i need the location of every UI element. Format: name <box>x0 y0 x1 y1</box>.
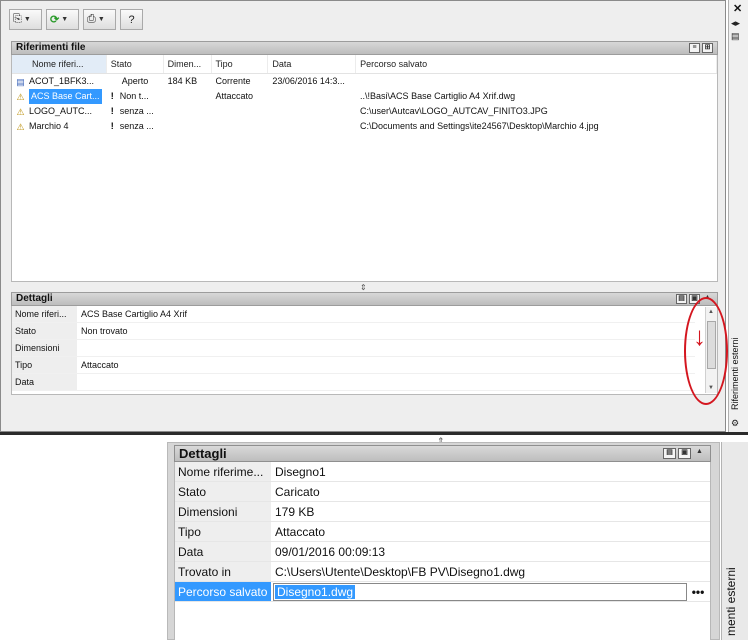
attach-icon: ⎘ <box>13 13 22 25</box>
table-row[interactable]: ▤ ACOT_1BFK3... Aperto 184 KB Corrente 23… <box>12 74 717 89</box>
list-view-icon[interactable]: ≡ <box>689 43 700 53</box>
detail-row[interactable]: Tipo Attaccato <box>12 357 695 374</box>
help-icon: ? <box>128 13 135 26</box>
close-icon[interactable]: ✕ <box>733 2 742 15</box>
xref-icon: ⚠ <box>16 91 25 102</box>
detail-row[interactable]: Data 09/01/2016 00:09:13 <box>175 542 710 562</box>
dwg-file-icon: ▤ <box>16 76 25 87</box>
properties-icon[interactable]: ▤ <box>731 31 740 42</box>
change-path-button[interactable]: ⎙ ▼ <box>83 9 116 30</box>
help-button[interactable]: ? <box>120 9 143 30</box>
column-saved-path[interactable]: Percorso salvato <box>356 55 718 73</box>
column-headers: Nome riferi... Stato Dimen... Tipo Data … <box>12 55 718 74</box>
detail-row[interactable]: Dimensioni <box>12 340 695 357</box>
chevron-down-icon: ▼ <box>61 16 69 23</box>
zoomed-details-title: Dettagli <box>179 446 227 461</box>
column-date[interactable]: Data <box>268 55 357 73</box>
detail-row[interactable]: Data <box>12 374 695 391</box>
zoomed-details-header: Dettagli ▤ ▣ ▲ <box>174 445 711 462</box>
details-view-icon[interactable]: ▤ <box>663 448 676 459</box>
image-missing-icon: ⚠ <box>16 106 25 117</box>
detail-row[interactable]: Nome riferi... ACS Base Cartiglio A4 Xrif <box>12 306 695 323</box>
saved-path-row[interactable]: Percorso salvato Disegno1.dwg ••• <box>175 582 710 602</box>
details-title: Dettagli <box>16 293 53 304</box>
refresh-icon: ⟳ <box>50 14 60 26</box>
image-missing-icon: ⚠ <box>16 121 25 132</box>
side-tab-label: Riferimenti esterni <box>730 337 740 410</box>
collapse-icon[interactable]: ▲ <box>693 448 706 459</box>
palette-menu-icon[interactable]: ⚙ <box>731 418 739 429</box>
column-status[interactable]: Stato <box>107 55 164 73</box>
file-references-list: Nome riferi... Stato Dimen... Tipo Data … <box>11 55 718 282</box>
warning-icon: ! <box>110 106 114 116</box>
table-row[interactable]: ⚠ ACS Base Cart... ! Non t... Attaccato ..… <box>12 89 717 104</box>
details-header: Dettagli ▤ ▣ ▲ <box>11 292 718 306</box>
detail-row[interactable]: Trovato in C:\Users\Utente\Desktop\FB PV\… <box>175 562 710 582</box>
detail-row[interactable]: Stato Non trovato <box>12 323 695 340</box>
splitter-handle[interactable]: ⇕ <box>360 283 367 292</box>
chevron-down-icon: ▼ <box>23 16 31 23</box>
details-view-icon[interactable]: ▤ <box>676 294 687 304</box>
preview-icon[interactable]: ▣ <box>678 448 691 459</box>
palette-toolbar: ⎘ ▼ ⟳ ▼ ⎙ ▼ ? <box>9 9 143 33</box>
browse-button[interactable]: ••• <box>687 582 709 602</box>
saved-path-label: Percorso salvato <box>175 582 271 601</box>
tree-view-icon[interactable]: ⊞ <box>702 43 713 53</box>
column-size[interactable]: Dimen... <box>164 55 212 73</box>
red-highlight-circle <box>684 297 728 405</box>
image-divider <box>0 432 748 435</box>
details-grid: Nome riferi... ACS Base Cartiglio A4 Xrif… <box>11 306 718 395</box>
column-name[interactable]: Nome riferi... <box>12 55 107 73</box>
saved-path-input[interactable]: Disegno1.dwg <box>273 582 687 601</box>
path-icon: ⎙ <box>87 13 96 25</box>
zoomed-side-tab-label: menti esterni <box>724 567 738 636</box>
zoomed-details-grid: Nome riferime... Disegno1 Stato Caricato D… <box>174 462 711 640</box>
refresh-button[interactable]: ⟳ ▼ <box>46 9 79 30</box>
detail-row[interactable]: Dimensioni 179 KB <box>175 502 710 522</box>
detail-row[interactable]: Tipo Attaccato <box>175 522 710 542</box>
column-type[interactable]: Tipo <box>212 55 269 73</box>
warning-icon: ! <box>110 91 114 101</box>
table-row[interactable]: ⚠ Marchio 4 ! senza ... C:\Documents and S… <box>12 119 717 134</box>
detail-row[interactable]: Stato Caricato <box>175 482 710 502</box>
table-row[interactable]: ⚠ LOGO_AUTC... ! senza ... C:\user\Autcav\… <box>12 104 717 119</box>
section-title: Riferimenti file <box>16 42 86 53</box>
auto-hide-icon[interactable]: ◂▸ <box>731 18 740 29</box>
detail-row[interactable]: Nome riferime... Disegno1 <box>175 462 710 482</box>
warning-icon: ! <box>110 121 114 131</box>
red-down-arrow-icon: ↓ <box>693 321 706 351</box>
attach-dwg-button[interactable]: ⎘ ▼ <box>9 9 42 30</box>
chevron-down-icon: ▼ <box>97 16 105 23</box>
file-references-header: Riferimenti file ≡ ⊞ <box>11 41 718 55</box>
